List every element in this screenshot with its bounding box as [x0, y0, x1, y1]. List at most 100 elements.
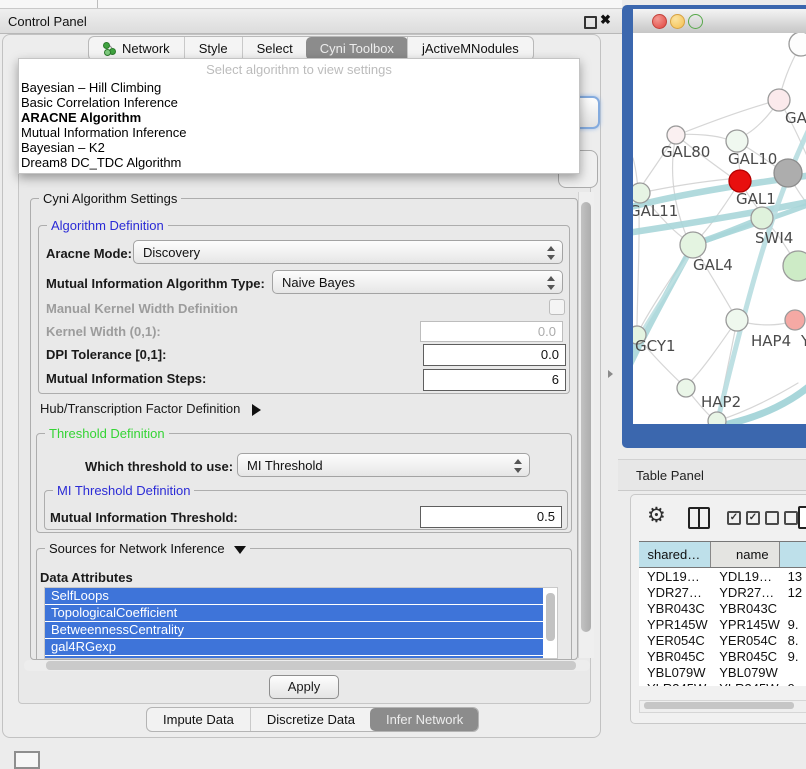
expand-right-icon [252, 404, 261, 416]
column-header[interactable] [780, 542, 806, 567]
node-label: Y [800, 332, 806, 350]
tab-style[interactable]: Style [184, 37, 242, 60]
sources-legend[interactable]: Sources for Network Inference [45, 541, 250, 556]
network-edge[interactable] [643, 247, 695, 329]
main-toolbar-strip [0, 0, 622, 9]
mi-algorithm-type-select[interactable]: Naive Bayes [272, 270, 563, 294]
algorithm-option[interactable]: Basic Correlation Inference [19, 95, 579, 110]
hub-definition-toggle[interactable]: Hub/Transcription Factor Definition [40, 401, 261, 416]
network-node[interactable] [677, 379, 695, 397]
scrollbar-thumb[interactable] [581, 202, 591, 632]
which-threshold-label: Which threshold to use: [85, 459, 233, 474]
table-row[interactable]: YBL079WYBL079W [639, 664, 806, 680]
network-canvas[interactable]: GALGAL80GAL10GAL1GAL11SWI4GAL4GCY1HAP4YH… [633, 33, 806, 424]
network-node[interactable] [785, 310, 805, 330]
bottom-tab-infer-network[interactable]: Infer Network [370, 708, 479, 731]
table-cell: 12 [780, 584, 806, 600]
network-node[interactable] [768, 89, 790, 111]
algorithm-option[interactable]: Dream8 DC_TDC Algorithm [19, 155, 579, 170]
collapse-down-icon [234, 546, 246, 554]
network-node[interactable] [708, 412, 726, 424]
aracne-mode-label: Aracne Mode: [46, 246, 132, 261]
float-panel-icon[interactable] [584, 16, 597, 29]
close-icon[interactable]: ✖ [600, 12, 611, 28]
network-edge[interactable] [747, 323, 786, 325]
algorithm-option[interactable]: Bayesian – Hill Climbing [19, 80, 579, 95]
tab-label: Cyni Toolbox [320, 41, 394, 56]
hub-definition-label: Hub/Transcription Factor Definition [40, 401, 240, 416]
mi-threshold-label: Mutual Information Threshold: [50, 510, 238, 525]
tab-jactivemnodules[interactable]: jActiveMNodules [407, 37, 533, 60]
mi-steps-field[interactable]: 6 [423, 369, 566, 391]
mi-threshold-field[interactable]: 0.5 [420, 506, 562, 528]
algorithm-option[interactable]: Bayesian – K2 [19, 140, 579, 155]
close-traffic-light-icon[interactable] [652, 14, 667, 29]
bottom-tab-impute-data[interactable]: Impute Data [147, 708, 250, 731]
table-row[interactable]: YBR043CYBR043C [639, 600, 806, 616]
network-node[interactable] [729, 170, 751, 192]
table-header-row: shared…name [639, 542, 806, 568]
network-window-titlebar[interactable] [633, 9, 806, 34]
attribute-list-item[interactable]: BetweennessCentrality [45, 622, 543, 638]
kernel-width-field[interactable]: 0.0 [420, 321, 563, 342]
network-node[interactable] [783, 251, 806, 281]
settings-horizontal-scrollbar[interactable] [24, 660, 590, 671]
table-row[interactable]: YLR345WYLR345W9. [639, 680, 806, 686]
column-header[interactable]: name [711, 542, 779, 567]
settings-vertical-scrollbar[interactable] [578, 192, 594, 658]
algorithm-option[interactable]: ARACNE Algorithm [19, 110, 579, 125]
table-horizontal-scrollbar[interactable] [639, 700, 806, 713]
network-node[interactable] [774, 159, 802, 187]
network-node[interactable] [680, 232, 706, 258]
node-label: GAL80 [661, 143, 710, 161]
tab-network[interactable]: Network [89, 37, 184, 60]
algorithm-option[interactable]: Mutual Information Inference [19, 125, 579, 140]
network-node[interactable] [633, 183, 650, 203]
table-cell: YBR045C [639, 648, 711, 664]
network-node[interactable] [789, 33, 806, 56]
minimize-traffic-light-icon[interactable] [670, 14, 685, 29]
which-threshold-select[interactable]: MI Threshold [237, 453, 530, 477]
table-cell: YER054C [711, 632, 779, 648]
tool-panel-dock-icon[interactable] [14, 751, 40, 769]
attribute-list-item[interactable]: SelfLoops [45, 588, 543, 604]
gear-icon[interactable]: ⚙ [647, 503, 666, 528]
table-cell: 8. [780, 632, 806, 648]
attribute-list-item[interactable]: TopologicalCoefficient [45, 605, 543, 621]
scrollbar-thumb[interactable] [644, 702, 794, 709]
tab-select[interactable]: Select [242, 37, 307, 60]
attribute-list-item[interactable]: gal4RGexp [45, 639, 543, 655]
data-attributes-list[interactable]: SelfLoopsTopologicalCoefficientBetweenne… [44, 587, 558, 659]
bottom-tab-discretize-data[interactable]: Discretize Data [250, 708, 371, 731]
select-all-checkboxes-icon[interactable]: ✓✓ [727, 511, 760, 525]
table-row[interactable]: YDL19…YDL19…13 [639, 568, 806, 584]
tab-cyni-toolbox[interactable]: Cyni Toolbox [306, 37, 408, 60]
apply-button[interactable]: Apply [269, 675, 339, 699]
panel-divider-arrow[interactable] [608, 370, 613, 378]
algorithm-placeholder: Select algorithm to view settings [19, 59, 579, 80]
column-header[interactable]: shared… [639, 542, 711, 567]
table-panel-header: Table Panel [618, 459, 806, 491]
dpi-tolerance-field[interactable]: 0.0 [423, 344, 566, 366]
network-edge[interactable] [685, 100, 779, 132]
network-node[interactable] [726, 309, 748, 331]
zoom-traffic-light-icon[interactable] [688, 14, 703, 29]
manual-kernel-width-checkbox[interactable] [549, 299, 565, 315]
aracne-mode-select[interactable]: Discovery [133, 240, 563, 264]
table-row[interactable]: YPR145WYPR145W9. [639, 616, 806, 632]
scrollbar-thumb[interactable] [46, 661, 576, 670]
which-threshold-value: MI Threshold [247, 458, 323, 473]
network-node[interactable] [667, 126, 685, 144]
network-view-window[interactable]: GALGAL80GAL10GAL1GAL11SWI4GAL4GCY1HAP4YH… [622, 5, 806, 448]
table-row[interactable]: YDR27…YDR27…12 [639, 584, 806, 600]
document-icon[interactable] [798, 506, 806, 529]
deselect-all-checkboxes-icon[interactable] [765, 511, 798, 525]
network-node[interactable] [751, 207, 773, 229]
list-scrollbar-thumb[interactable] [546, 593, 555, 641]
table-row[interactable]: YBR045CYBR045C9. [639, 648, 806, 664]
column-layout-icon[interactable] [688, 507, 710, 529]
table-row[interactable]: YER054CYER054C8. [639, 632, 806, 648]
network-icon [103, 42, 116, 55]
node-table: shared…name YDL19…YDL19…13YDR27…YDR27…12… [639, 541, 806, 696]
network-node[interactable] [726, 130, 748, 152]
